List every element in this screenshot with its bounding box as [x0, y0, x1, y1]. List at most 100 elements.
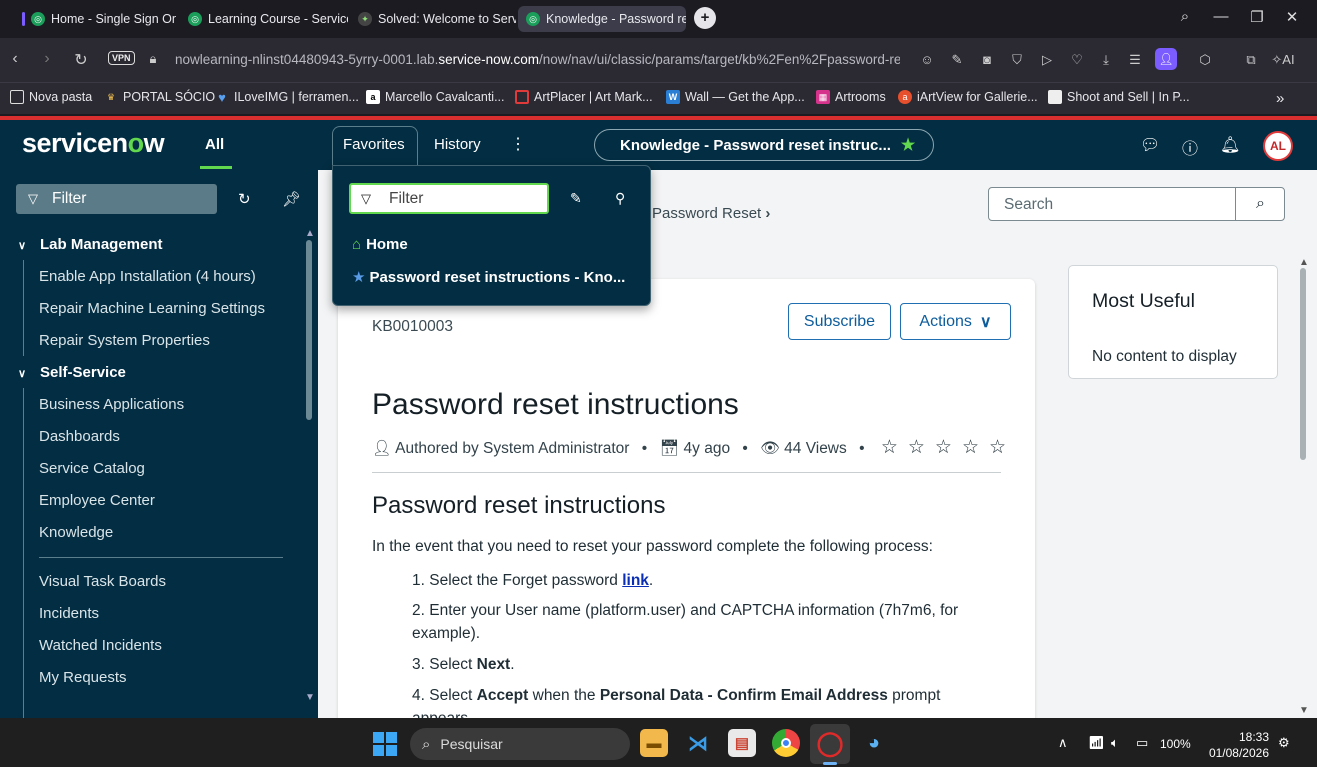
- forget-password-link[interactable]: link: [622, 572, 649, 589]
- battery-icon[interactable]: ▭: [1136, 735, 1148, 751]
- sidebar-scroll-down-icon[interactable]: ▼: [305, 692, 315, 703]
- taskbar-clock[interactable]: 18:33 01/08/2026: [1203, 729, 1269, 761]
- sidebar-item[interactable]: Employee Center: [39, 492, 155, 509]
- pin-icon[interactable]: ⚲: [615, 190, 625, 207]
- favorite-item-password-reset[interactable]: ★ Password reset instructions - Kno...: [352, 268, 625, 286]
- emoji-icon[interactable]: ☺: [918, 52, 936, 67]
- download-icon[interactable]: ⤓: [1097, 52, 1115, 68]
- favorite-item-home[interactable]: ⌂ Home: [352, 236, 408, 253]
- rating-star-icon[interactable]: ☆: [908, 437, 935, 458]
- browser-tab[interactable]: ◎ Learning Course - ServiceNow: [180, 6, 348, 32]
- maximize-icon[interactable]: ❐: [1245, 8, 1269, 26]
- bookmark-item[interactable]: ▦ Artrooms: [816, 90, 886, 104]
- servicenow-logo[interactable]: servicenow: [22, 128, 165, 159]
- reload-icon[interactable]: ↻: [71, 50, 91, 70]
- sidebar-item[interactable]: Dashboards: [39, 428, 120, 445]
- history-tab[interactable]: History: [434, 136, 481, 153]
- browser-tab-active[interactable]: ◎ Knowledge - Password res: [518, 6, 686, 32]
- edit-favorites-icon[interactable]: ✎: [570, 190, 582, 207]
- sidebar-item[interactable]: My Requests: [39, 669, 127, 686]
- vscode-icon[interactable]: ⋊: [684, 729, 712, 757]
- new-tab-button[interactable]: +: [694, 7, 716, 29]
- cube-icon[interactable]: ⬡: [1196, 52, 1214, 68]
- opera-icon[interactable]: ◯: [816, 729, 844, 757]
- lock-icon[interactable]: 🔒︎: [143, 51, 163, 67]
- menu-icon[interactable]: ☰: [1126, 52, 1144, 68]
- sidebar-item[interactable]: Business Applications: [39, 396, 184, 413]
- favorites-tab-label[interactable]: Favorites: [343, 136, 405, 153]
- heart-icon[interactable]: ♡: [1068, 52, 1086, 68]
- bookmark-item[interactable]: a Marcello Cavalcanti...: [366, 90, 505, 104]
- taskbar-search[interactable]: ⌕ Pesquisar: [410, 728, 630, 760]
- back-icon[interactable]: ‹: [5, 50, 25, 68]
- user-avatar[interactable]: AL: [1263, 131, 1293, 161]
- more-menu-icon[interactable]: ⋮: [510, 134, 526, 154]
- app-icon[interactable]: ▤: [728, 729, 756, 757]
- all-menu-tab[interactable]: All: [205, 136, 224, 153]
- sidebar-item[interactable]: Watched Incidents: [39, 637, 162, 654]
- sidebar-item[interactable]: Repair Machine Learning Settings: [39, 300, 265, 317]
- bell-icon[interactable]: 🔔︎: [1220, 135, 1240, 155]
- browser-tab[interactable]: ◎ Home - Single Sign On: [14, 6, 176, 32]
- sidebar-item[interactable]: Incidents: [39, 605, 99, 622]
- url-field[interactable]: nowlearning-nlinst04480943-5yrry-0001.la…: [175, 52, 900, 67]
- profile-icon[interactable]: 👤︎: [1155, 48, 1177, 70]
- main-scroll-down-icon[interactable]: ▼: [1299, 705, 1309, 716]
- wifi-icon[interactable]: 📶︎: [1088, 735, 1105, 751]
- sidebar-item[interactable]: Service Catalog: [39, 460, 145, 477]
- edit-icon[interactable]: ✎: [948, 52, 966, 68]
- favorites-filter-input[interactable]: [389, 190, 539, 208]
- breadcrumb-item[interactable]: Password Reset: [652, 205, 761, 222]
- forward-icon[interactable]: ›: [37, 50, 57, 68]
- favorite-star-icon[interactable]: ★: [901, 135, 915, 155]
- favorites-filter[interactable]: ▽: [349, 183, 549, 214]
- tab-search-icon[interactable]: ⌕: [1173, 8, 1197, 25]
- bookmark-item[interactable]: Nova pasta: [10, 90, 92, 104]
- rating-stars[interactable]: ☆☆☆☆☆: [881, 437, 1016, 458]
- help-icon[interactable]: ⓘ: [1180, 135, 1200, 159]
- bookmark-item[interactable]: ♛ PORTAL SÓCIO: [104, 90, 215, 104]
- actions-button[interactable]: Actions ∨: [900, 303, 1011, 340]
- sidebar-section-self-service[interactable]: ∨ Self-Service: [18, 364, 126, 381]
- bookmarks-overflow-button[interactable]: »: [1276, 90, 1284, 107]
- vpn-badge[interactable]: VPN: [108, 51, 135, 65]
- tray-expand-icon[interactable]: ∧: [1058, 735, 1068, 751]
- file-explorer-icon[interactable]: ▬: [640, 729, 668, 757]
- close-window-icon[interactable]: ✕: [1280, 8, 1304, 26]
- main-scrollbar[interactable]: [1300, 268, 1306, 460]
- sidebar-item[interactable]: Knowledge: [39, 524, 113, 541]
- search-button[interactable]: ⌕: [1235, 187, 1285, 221]
- browser-tab[interactable]: ✦ Solved: Welcome to Servic: [350, 6, 516, 32]
- notifications-icon[interactable]: ⚙: [1278, 735, 1290, 751]
- sidebar-item[interactable]: Visual Task Boards: [39, 573, 166, 590]
- extension-icon[interactable]: ⧉: [1242, 52, 1260, 68]
- chrome-icon[interactable]: [772, 729, 800, 757]
- chat-icon[interactable]: 💬︎: [1140, 135, 1160, 155]
- sidebar-item[interactable]: Enable App Installation (4 hours): [39, 268, 256, 285]
- sidebar-scroll-up-icon[interactable]: ▲: [305, 228, 315, 239]
- rating-star-icon[interactable]: ☆: [881, 437, 908, 458]
- minimize-icon[interactable]: —: [1209, 8, 1233, 25]
- sidebar-filter-input[interactable]: ▽ Filter: [16, 184, 217, 214]
- sidebar-section-lab-management[interactable]: ∨ Lab Management: [18, 236, 163, 253]
- windows-start-icon[interactable]: [373, 732, 397, 756]
- rating-star-icon[interactable]: ☆: [989, 437, 1016, 458]
- rating-star-icon[interactable]: ☆: [962, 437, 989, 458]
- rating-star-icon[interactable]: ☆: [935, 437, 962, 458]
- sidebar-scrollbar[interactable]: [306, 240, 312, 420]
- search-input[interactable]: Search: [1004, 196, 1053, 214]
- camera-icon[interactable]: ◙: [978, 52, 996, 67]
- volume-icon[interactable]: 🔈︎: [1111, 735, 1119, 751]
- sidebar-item[interactable]: Repair System Properties: [39, 332, 210, 349]
- bookmark-item[interactable]: a iArtView for Gallerie...: [898, 90, 1038, 104]
- ai-button[interactable]: ✧AI: [1268, 52, 1298, 68]
- breadcrumb[interactable]: Password Reset ›: [652, 205, 770, 222]
- context-title-pill[interactable]: Knowledge - Password reset instruc... ★: [594, 129, 934, 161]
- send-icon[interactable]: ▷: [1038, 52, 1056, 68]
- bookmark-item[interactable]: ♥ ILoveIMG | ferramen...: [215, 90, 359, 105]
- shield-icon[interactable]: ⛉: [1008, 52, 1026, 68]
- subscribe-button[interactable]: Subscribe: [788, 303, 891, 340]
- bookmark-item[interactable]: Shoot and Sell | In P...: [1048, 90, 1190, 104]
- main-scroll-up-icon[interactable]: ▲: [1299, 257, 1309, 268]
- refresh-icon[interactable]: ↻: [238, 190, 251, 208]
